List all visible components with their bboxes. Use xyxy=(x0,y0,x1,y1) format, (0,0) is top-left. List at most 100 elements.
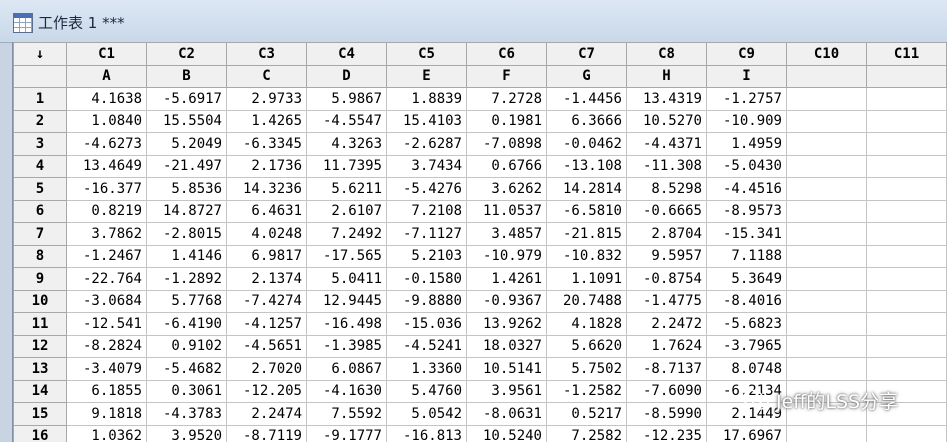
data-cell[interactable]: 1.4959 xyxy=(706,132,787,156)
row-number[interactable]: 3 xyxy=(13,132,67,156)
row-number[interactable]: 15 xyxy=(13,402,67,426)
data-cell[interactable]: 1.0840 xyxy=(66,109,147,133)
data-cell[interactable]: 6.3666 xyxy=(546,109,627,133)
empty-cell[interactable] xyxy=(866,357,947,381)
empty-cell[interactable] xyxy=(866,424,947,442)
data-cell[interactable]: 2.6107 xyxy=(306,199,387,223)
data-cell[interactable]: -12.541 xyxy=(66,312,147,336)
column-name-cell[interactable]: D xyxy=(306,64,387,88)
data-cell[interactable]: 2.1736 xyxy=(226,154,307,178)
column-name-cell[interactable]: C xyxy=(226,64,307,88)
row-number[interactable]: 7 xyxy=(13,222,67,246)
data-cell[interactable]: -10.832 xyxy=(546,244,627,268)
data-cell[interactable]: 0.5217 xyxy=(546,402,627,426)
row-number[interactable]: 1 xyxy=(13,87,67,111)
data-cell[interactable]: -8.7119 xyxy=(226,424,307,442)
data-cell[interactable]: -0.8754 xyxy=(626,267,707,291)
data-cell[interactable]: -1.4775 xyxy=(626,289,707,313)
row-number[interactable]: 10 xyxy=(13,289,67,313)
empty-cell[interactable] xyxy=(786,199,867,223)
data-cell[interactable]: 3.9561 xyxy=(466,379,547,403)
data-cell[interactable]: 5.4760 xyxy=(386,379,467,403)
empty-cell[interactable] xyxy=(866,222,947,246)
empty-cell[interactable] xyxy=(786,132,867,156)
data-cell[interactable]: -16.377 xyxy=(66,177,147,201)
data-cell[interactable]: -9.8880 xyxy=(386,289,467,313)
data-cell[interactable]: 0.9102 xyxy=(146,334,227,358)
column-name-cell[interactable]: B xyxy=(146,64,227,88)
data-cell[interactable]: 2.2474 xyxy=(226,402,307,426)
data-cell[interactable]: -11.308 xyxy=(626,154,707,178)
data-cell[interactable]: 1.1091 xyxy=(546,267,627,291)
empty-cell[interactable] xyxy=(866,334,947,358)
column-header-c8[interactable]: C8 xyxy=(626,42,707,66)
data-cell[interactable]: -4.4371 xyxy=(626,132,707,156)
data-cell[interactable]: -1.2757 xyxy=(706,87,787,111)
data-cell[interactable]: -15.341 xyxy=(706,222,787,246)
data-cell[interactable]: 2.9733 xyxy=(226,87,307,111)
data-cell[interactable]: 7.1188 xyxy=(706,244,787,268)
column-header-c9[interactable]: C9 xyxy=(706,42,787,66)
data-cell[interactable]: 5.9867 xyxy=(306,87,387,111)
empty-cell[interactable] xyxy=(866,132,947,156)
column-name-cell[interactable] xyxy=(786,64,867,88)
data-cell[interactable]: -21.497 xyxy=(146,154,227,178)
data-cell[interactable]: -6.3345 xyxy=(226,132,307,156)
row-number[interactable]: 14 xyxy=(13,379,67,403)
data-cell[interactable]: 7.2582 xyxy=(546,424,627,442)
data-cell[interactable]: 1.3360 xyxy=(386,357,467,381)
data-cell[interactable]: -7.6090 xyxy=(626,379,707,403)
data-cell[interactable]: -7.4274 xyxy=(226,289,307,313)
data-cell[interactable]: -4.1630 xyxy=(306,379,387,403)
data-cell[interactable]: 5.3649 xyxy=(706,267,787,291)
data-cell[interactable]: -4.5547 xyxy=(306,109,387,133)
data-cell[interactable]: -1.4456 xyxy=(546,87,627,111)
data-cell[interactable]: 4.1828 xyxy=(546,312,627,336)
data-cell[interactable]: 2.2472 xyxy=(626,312,707,336)
row-number[interactable]: 6 xyxy=(13,199,67,223)
data-cell[interactable]: 13.4649 xyxy=(66,154,147,178)
column-header-c6[interactable]: C6 xyxy=(466,42,547,66)
empty-cell[interactable] xyxy=(866,244,947,268)
row-number[interactable]: 16 xyxy=(13,424,67,442)
data-cell[interactable]: 18.0327 xyxy=(466,334,547,358)
data-cell[interactable]: 3.6262 xyxy=(466,177,547,201)
data-cell[interactable]: -5.0430 xyxy=(706,154,787,178)
data-cell[interactable]: -4.3783 xyxy=(146,402,227,426)
column-name-cell[interactable]: E xyxy=(386,64,467,88)
empty-cell[interactable] xyxy=(786,312,867,336)
empty-cell[interactable] xyxy=(786,87,867,111)
data-cell[interactable]: 7.2492 xyxy=(306,222,387,246)
data-cell[interactable]: -13.108 xyxy=(546,154,627,178)
data-cell[interactable]: 5.0542 xyxy=(386,402,467,426)
column-header-c7[interactable]: C7 xyxy=(546,42,627,66)
column-header-c4[interactable]: C4 xyxy=(306,42,387,66)
data-cell[interactable]: 9.5957 xyxy=(626,244,707,268)
data-cell[interactable]: 10.5141 xyxy=(466,357,547,381)
data-cell[interactable]: 15.4103 xyxy=(386,109,467,133)
data-cell[interactable]: 6.9817 xyxy=(226,244,307,268)
data-cell[interactable]: -3.4079 xyxy=(66,357,147,381)
row-number[interactable]: 4 xyxy=(13,154,67,178)
data-cell[interactable]: -7.1127 xyxy=(386,222,467,246)
column-name-cell[interactable]: A xyxy=(66,64,147,88)
data-cell[interactable]: 8.5298 xyxy=(626,177,707,201)
row-number[interactable]: 2 xyxy=(13,109,67,133)
data-cell[interactable]: -2.6287 xyxy=(386,132,467,156)
data-cell[interactable]: -6.5810 xyxy=(546,199,627,223)
data-cell[interactable]: 5.6620 xyxy=(546,334,627,358)
data-cell[interactable]: -16.813 xyxy=(386,424,467,442)
worksheet-grid[interactable]: ↓ C1 C2 C3 C4 C5 C6 C7 C8 C9 C10 C11 ABCDEFGHI 1 4.… xyxy=(12,42,947,442)
data-cell[interactable]: -8.2824 xyxy=(66,334,147,358)
data-cell[interactable]: 0.6766 xyxy=(466,154,547,178)
data-cell[interactable]: 1.4146 xyxy=(146,244,227,268)
data-cell[interactable]: 5.6211 xyxy=(306,177,387,201)
data-cell[interactable]: 5.7502 xyxy=(546,357,627,381)
empty-cell[interactable] xyxy=(786,424,867,442)
data-cell[interactable]: 9.1818 xyxy=(66,402,147,426)
column-header-c3[interactable]: C3 xyxy=(226,42,307,66)
data-cell[interactable]: 14.3236 xyxy=(226,177,307,201)
data-cell[interactable]: 20.7488 xyxy=(546,289,627,313)
data-cell[interactable]: -5.6917 xyxy=(146,87,227,111)
empty-cell[interactable] xyxy=(786,154,867,178)
